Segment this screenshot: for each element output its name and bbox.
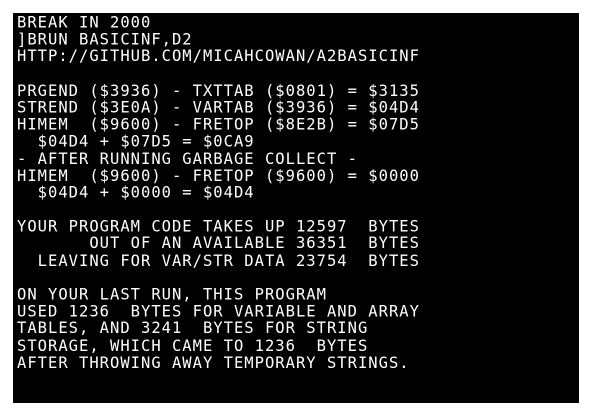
output-line: STORAGE, WHICH CAME TO 1236 BYTES <box>17 335 369 355</box>
output-line: $04D4 + $07D5 = $0CA9 <box>17 131 255 151</box>
output-line: OUT OF AN AVAILABLE 36351 BYTES <box>17 233 420 253</box>
output-line: STREND ($3E0A) - VARTAB ($3936) = $04D4 <box>17 97 420 117</box>
output-line: TABLES, AND 3241 BYTES FOR STRING <box>17 318 369 338</box>
output-line: ON YOUR LAST RUN, THIS PROGRAM <box>17 284 327 304</box>
console-output: BREAK IN 2000 ]BRUN BASICINF,D2 HTTP://G… <box>17 14 577 403</box>
output-line: ]BRUN BASICINF,D2 <box>17 29 193 49</box>
output-line: USED 1236 BYTES FOR VARIABLE AND ARRAY <box>17 301 420 321</box>
output-line: - AFTER RUNNING GARBAGE COLLECT - <box>17 148 358 168</box>
output-line: HTTP://GITHUB.COM/MICAHCOWAN/A2BASICINF <box>17 46 420 66</box>
output-line: $04D4 + $0000 = $04D4 <box>17 182 255 202</box>
output-line: LEAVING FOR VAR/STR DATA 23754 BYTES <box>17 250 420 270</box>
output-line: PRGEND ($3936) - TXTTAB ($0801) = $3135 <box>17 80 420 100</box>
output-line: BREAK IN 2000 <box>17 13 152 32</box>
output-line: AFTER THROWING AWAY TEMPORARY STRINGS. <box>17 352 410 372</box>
terminal-screen[interactable]: BREAK IN 2000 ]BRUN BASICINF,D2 HTTP://G… <box>13 13 579 403</box>
output-line: YOUR PROGRAM CODE TAKES UP 12597 BYTES <box>17 216 420 236</box>
output-line: HIMEM ($9600) - FRETOP ($9600) = $0000 <box>17 165 420 185</box>
output-line: HIMEM ($9600) - FRETOP ($8E2B) = $07D5 <box>17 114 420 134</box>
